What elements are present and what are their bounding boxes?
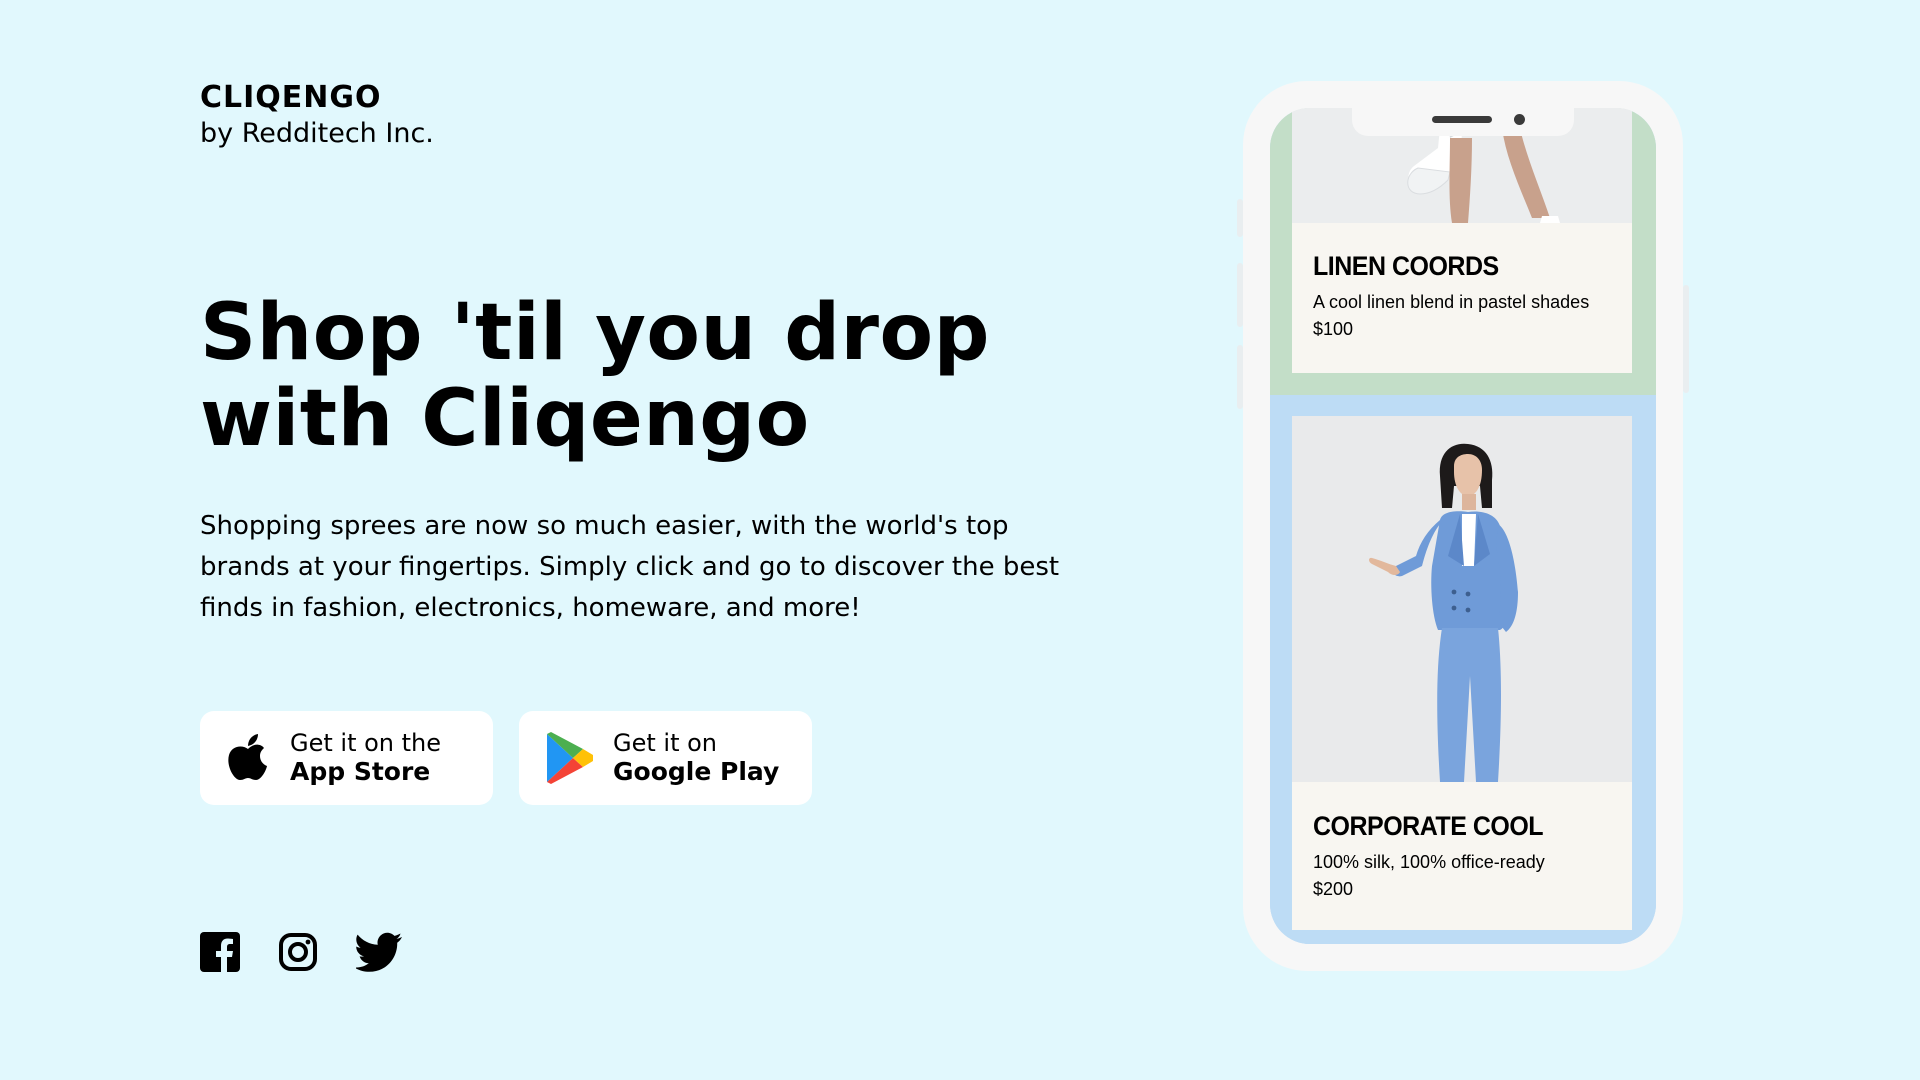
app-store-line1: Get it on the [290,729,442,757]
google-play-button[interactable]: Get it on Google Play [519,711,812,805]
google-play-line2: Google Play [613,757,780,786]
apple-icon [228,734,267,780]
product-image [1292,416,1632,782]
phone-side-button [1237,263,1243,327]
product-card[interactable]: CORPORATE COOL 100% silk, 100% office-re… [1292,416,1632,930]
product-price: $200 [1313,879,1354,899]
google-play-icon [547,732,593,784]
app-store-line2: App Store [290,757,431,786]
facebook-icon[interactable] [200,932,240,972]
hero-headline: Shop 'til you drop with Cliqengo [200,290,990,462]
product-description: A cool linen blend in pastel shades [1313,292,1590,312]
phone-side-button [1683,285,1689,393]
product-title: CORPORATE COOL [1313,811,1544,842]
phone-screen: LINEN COORDS A cool linen blend in paste… [1270,108,1656,944]
phone-mockup: LINEN COORDS A cool linen blend in paste… [1237,81,1689,971]
headline-line-1: Shop 'til you drop [200,288,990,378]
product-description: 100% silk, 100% office-ready [1313,852,1545,872]
instagram-icon[interactable] [278,932,318,972]
product-title: LINEN COORDS [1313,251,1499,282]
app-store-button[interactable]: Get it on the App Store [200,711,493,805]
twitter-icon[interactable] [356,932,404,972]
app-store-text: Get it on the App Store [290,729,441,787]
speaker [1432,116,1492,123]
hero-description: Shopping sprees are now so much easier, … [200,511,1060,623]
brand-block: CLIQENGO by Redditech Inc. [200,80,434,152]
brand-name[interactable]: CLIQENGO [200,80,434,116]
headline-line-2: with Cliqengo [200,374,810,464]
phone-side-button [1237,199,1243,237]
product-card[interactable]: LINEN COORDS A cool linen blend in paste… [1292,108,1632,373]
phone-side-button [1237,345,1243,409]
product-section-linen: LINEN COORDS A cool linen blend in paste… [1270,108,1656,395]
product-section-corporate: CORPORATE COOL 100% silk, 100% office-re… [1270,395,1656,944]
product-price: $100 [1313,319,1354,339]
phone-notch [1352,108,1574,136]
brand-byline: by Redditech Inc. [200,118,434,149]
google-play-line1: Get it on [613,729,718,757]
google-play-text: Get it on Google Play [613,729,779,787]
social-links [200,932,442,972]
camera [1514,114,1525,125]
